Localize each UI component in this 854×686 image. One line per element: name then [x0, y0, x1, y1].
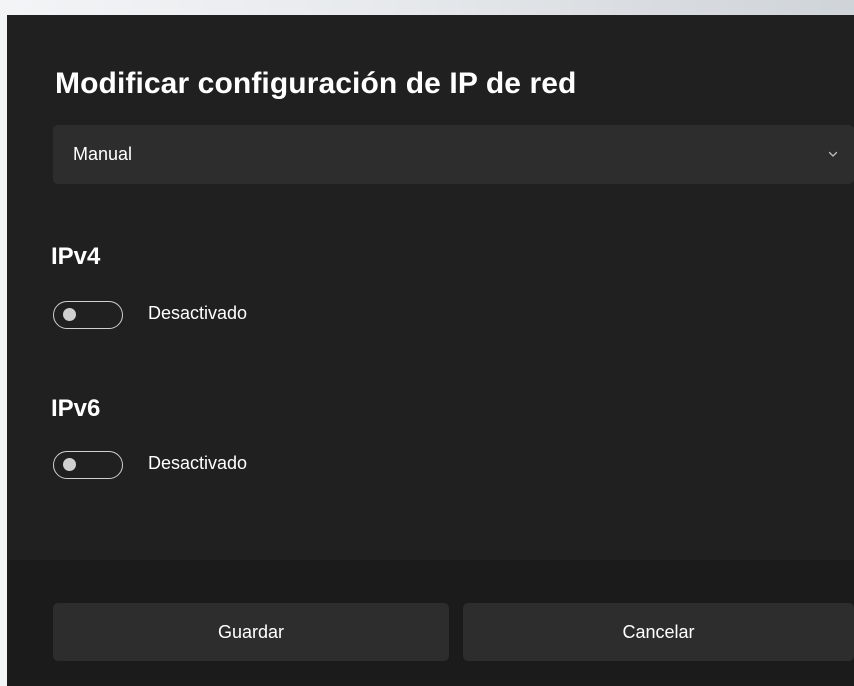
cancel-button[interactable]: Cancelar	[463, 603, 854, 661]
ipv6-toggle-switch[interactable]	[53, 451, 123, 479]
ipv6-toggle-label: Desactivado	[148, 453, 248, 473]
ipv4-toggle-row: Desactivado	[53, 301, 353, 329]
dialog-footer: Guardar Cancelar	[7, 560, 854, 686]
ipv4-toggle-switch[interactable]	[53, 301, 123, 329]
dialog-body: Modificar configuración de IP de red Man…	[7, 15, 854, 560]
chevron-down-icon	[828, 151, 838, 157]
ipv6-toggle-knob	[63, 458, 76, 471]
ipv4-heading: IPv4	[51, 243, 101, 270]
ipv4-toggle-label: Desactivado	[148, 303, 248, 323]
save-button[interactable]: Guardar	[53, 603, 449, 661]
dialog-title: Modificar configuración de IP de red	[55, 67, 577, 100]
ipv6-toggle-row: Desactivado	[53, 451, 353, 479]
ipv6-heading: IPv6	[51, 395, 101, 422]
ip-settings-dialog: Modificar configuración de IP de red Man…	[7, 15, 854, 686]
ipv4-toggle-knob	[63, 308, 76, 321]
ip-mode-dropdown[interactable]: Manual	[53, 125, 854, 184]
ip-mode-selected-value: Manual	[73, 144, 133, 164]
